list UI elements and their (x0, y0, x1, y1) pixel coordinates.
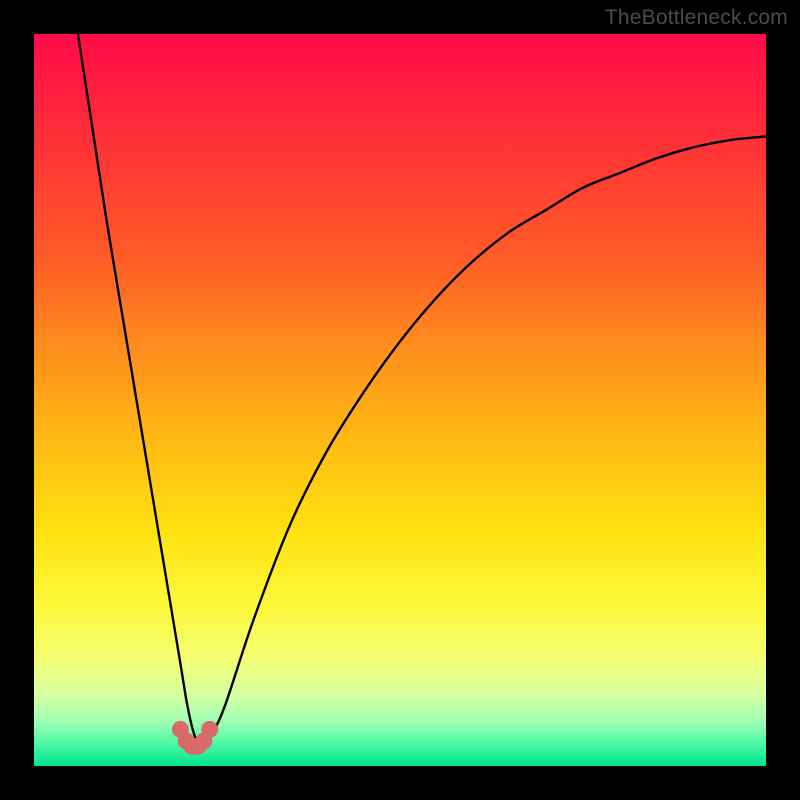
highlight-marker (201, 721, 218, 738)
plot-area (34, 34, 766, 766)
bottleneck-curve (78, 34, 766, 744)
chart-frame: TheBottleneck.com (0, 0, 800, 800)
watermark-text: TheBottleneck.com (605, 6, 788, 30)
chart-svg (34, 34, 766, 766)
